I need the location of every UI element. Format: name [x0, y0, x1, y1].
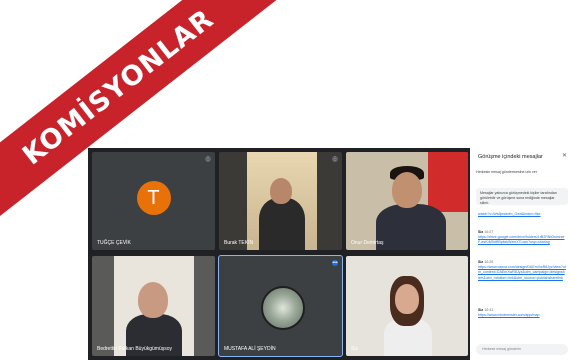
message-sender: Siz: [478, 230, 484, 234]
participant-name: Burak TEKİN: [224, 240, 254, 246]
chat-info-box: Mesajlar yalnızca görüşmedeki kişiler ta…: [476, 188, 568, 205]
chat-message: Siz 10:27 https://drive.google.com/drive…: [478, 230, 566, 246]
chat-panel: Görüşme içindeki mesajlar ✕ Herkesin mes…: [470, 148, 571, 360]
message-time: 10:29: [484, 260, 494, 264]
flag-background: [428, 152, 468, 212]
message-time: 10:31: [484, 308, 494, 312]
participant-name: Bedrettin Furkan Büyükgümüşsoy: [97, 346, 173, 352]
chat-title: Görüşme içindeki mesajlar: [478, 154, 543, 160]
chat-message: Siz 10:29 https://www.canva.com/design/D…: [478, 260, 566, 281]
more-options-icon[interactable]: ⋮: [332, 156, 338, 162]
participant-face: [392, 172, 422, 208]
close-icon[interactable]: ✕: [562, 152, 567, 159]
speaking-icon: •••: [332, 260, 338, 266]
banner-text: KOMİSYONLAR: [16, 3, 220, 171]
participant-tile[interactable]: ⋮ Burak TEKİN: [219, 152, 342, 250]
avatar: T: [136, 181, 171, 215]
participant-name: Siz: [351, 346, 358, 352]
participant-name: Onur Demirtaş: [351, 240, 384, 246]
chat-input[interactable]: Herkese mesaj gönderin: [476, 344, 568, 355]
message-link[interactable]: https://www.canva.com/design/DAEmXwR8Jyz…: [478, 265, 566, 281]
participant-face: [138, 282, 168, 318]
chat-message: watch?v=Ws6jwzkdm_Gwd&index=Ilse: [478, 212, 566, 217]
participant-tile[interactable]: Onur Demirtaş: [346, 152, 468, 250]
chat-message: Siz 10:31 https://www.mindmeister.com/ap…: [478, 308, 566, 318]
participant-face: [395, 284, 419, 314]
participant-tile[interactable]: ⋮ T TUĞÇE ÇEVİK: [92, 152, 215, 250]
participant-tile[interactable]: ••• MUSTAFA ALİ ŞEYDİN: [218, 255, 343, 357]
message-sender: Siz: [478, 308, 484, 312]
message-link[interactable]: https://drive.google.com/drive/folders/1…: [478, 235, 566, 245]
message-sender: Siz: [478, 260, 484, 264]
toggle-label: Herkesin mesaj göndermesine izin ver: [476, 170, 537, 174]
allow-messages-toggle[interactable]: Herkesin mesaj göndermesine izin ver: [476, 170, 568, 174]
message-link[interactable]: https://www.mindmeister.com/app/map: [478, 313, 566, 318]
participant-name: MUSTAFA ALİ ŞEYDİN: [224, 346, 276, 352]
participant-name: TUĞÇE ÇEVİK: [97, 240, 131, 246]
avatar: [260, 286, 305, 330]
participant-tile[interactable]: Siz: [346, 256, 468, 356]
participant-tile[interactable]: Bedrettin Furkan Büyükgümüşsoy: [92, 256, 215, 356]
participant-face: [270, 178, 292, 204]
participant-video: [376, 204, 446, 250]
participant-video: [259, 198, 305, 250]
message-time: 10:27: [484, 230, 494, 234]
more-options-icon[interactable]: ⋮: [205, 156, 211, 162]
message-link[interactable]: watch?v=Ws6jwzkdm_Gwd&index=Ilse: [478, 212, 566, 217]
